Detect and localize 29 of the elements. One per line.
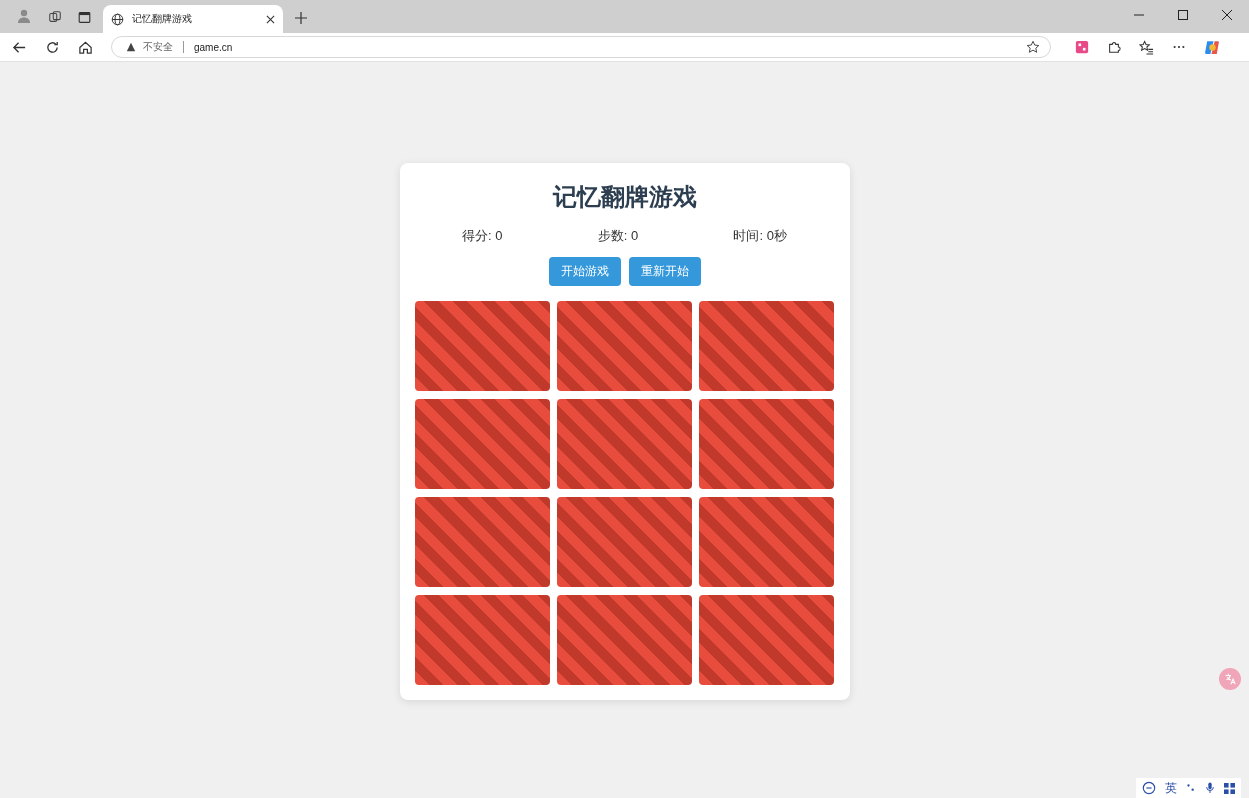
game-title: 记忆翻牌游戏 — [552, 182, 697, 212]
new-tab-icon[interactable] — [295, 12, 307, 24]
punctuation-icon[interactable] — [1186, 783, 1196, 793]
home-icon[interactable] — [78, 39, 93, 55]
microphone-icon[interactable] — [1205, 782, 1215, 794]
url-text: game.cn — [194, 41, 233, 53]
extension-icon[interactable] — [1075, 40, 1089, 54]
copilot-icon[interactable] — [1204, 38, 1221, 56]
ime-language[interactable]: 英 — [1165, 779, 1177, 797]
stat-label: 步数: 0 — [597, 227, 639, 245]
favorites-icon[interactable] — [1139, 39, 1154, 55]
security-label: 不安全 — [143, 40, 173, 54]
stat-label: 时间: 0秒 — [733, 227, 787, 245]
star-icon[interactable] — [1026, 40, 1040, 54]
close-icon[interactable] — [1222, 10, 1232, 20]
globe-icon — [111, 12, 124, 26]
close-icon[interactable] — [266, 14, 275, 24]
puzzle-icon[interactable] — [1107, 40, 1121, 54]
tab-title: 记忆翻牌游戏 — [132, 12, 193, 26]
maximize-icon[interactable] — [1178, 10, 1188, 20]
browser-tab[interactable]: 记忆翻牌游戏 — [103, 5, 283, 33]
grid-icon[interactable] — [1224, 782, 1235, 794]
workspaces-icon[interactable] — [48, 10, 62, 24]
profile-icon[interactable] — [16, 8, 32, 24]
stat-label: 得分: 0 — [462, 227, 503, 245]
tab-actions-icon[interactable] — [78, 11, 91, 24]
warning-icon — [126, 42, 136, 52]
ime-logo-icon[interactable] — [1142, 781, 1156, 795]
refresh-icon[interactable] — [45, 39, 60, 55]
